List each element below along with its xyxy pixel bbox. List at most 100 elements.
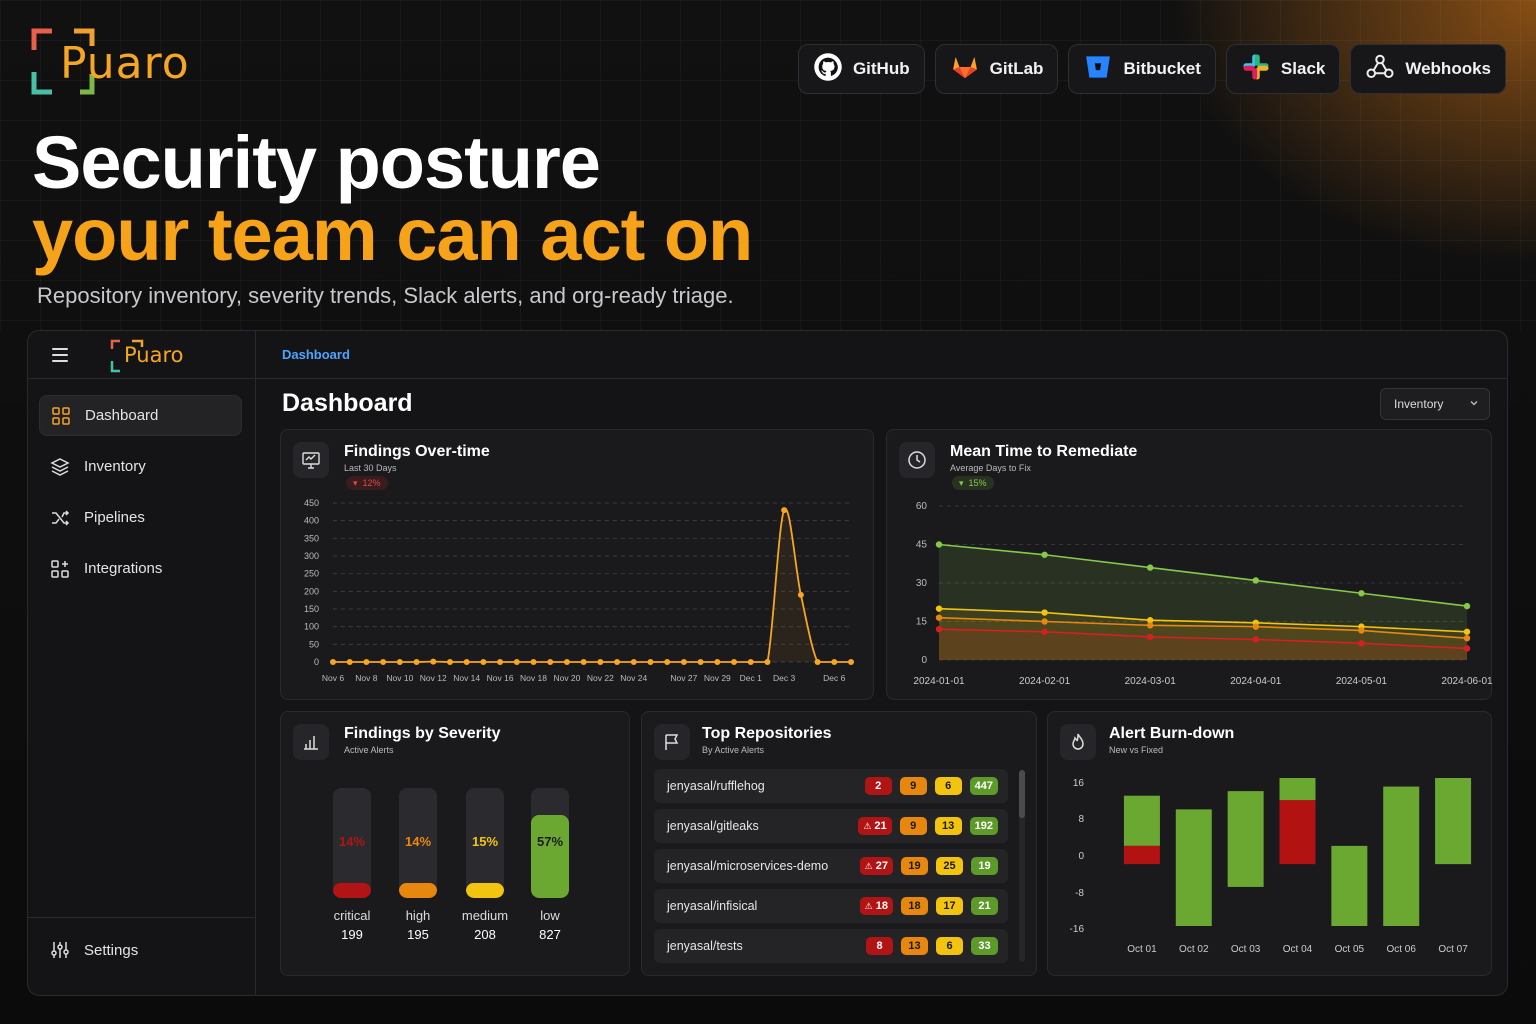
data-point (530, 659, 537, 665)
severity-title: Findings by Severity (344, 725, 501, 742)
repo-row[interactable]: jenyasal/gitleaks ⚠ 21 9 13 192 (654, 809, 1008, 843)
badge-critical: 8 (866, 937, 893, 955)
x-tick-label: Oct 01 (1127, 944, 1157, 955)
badge-medium: 17 (936, 897, 963, 915)
x-tick-label: Oct 06 (1386, 944, 1416, 955)
findings-over-time-chart: 0 50 100 150 200 250 300 350 400 450 Nov 6 Nov 8 Nov… (304, 498, 854, 683)
data-point (363, 659, 370, 665)
menu-icon[interactable] (52, 348, 68, 362)
data-point (463, 659, 470, 665)
settings-button[interactable]: Settings (50, 940, 138, 960)
badge-value: 13 (908, 940, 921, 952)
badge-value: 447 (974, 780, 993, 792)
repo-row[interactable]: jenyasal/infisical ⚠ 18 18 17 21 (654, 889, 1008, 923)
bitbucket-icon (1083, 52, 1113, 87)
badge-value: 17 (943, 900, 956, 912)
bitbucket-integration-button[interactable]: Bitbucket (1068, 44, 1216, 94)
y-tick-label: 450 (304, 498, 319, 508)
data-point (814, 659, 821, 665)
data-point (1463, 602, 1471, 610)
data-point (797, 591, 804, 598)
grid-icon (52, 406, 70, 425)
data-point (1463, 628, 1471, 635)
burndown-bar-fixed (1227, 791, 1264, 887)
badge-low: 19 (971, 857, 998, 875)
slack-integration-button[interactable]: Slack (1225, 44, 1341, 94)
bitbucket-label: Bitbucket (1123, 59, 1201, 78)
burndown-bar-fixed (1279, 778, 1316, 801)
repo-name: jenyasal/gitleaks (667, 819, 759, 833)
github-integration-button[interactable]: GitHub (797, 44, 925, 94)
repo-severity-badges: ⚠ 27 19 25 19 (859, 857, 998, 875)
sidebar-item-integrations[interactable]: Integrations (39, 548, 242, 589)
webhooks-integration-button[interactable]: Webhooks (1350, 44, 1506, 94)
flag-icon (654, 724, 690, 760)
x-tick-label: Dec 6 (823, 673, 845, 683)
badge-high: 9 (899, 777, 927, 795)
sidebar-item-inventory[interactable]: Inventory (39, 446, 242, 487)
logo-text: Puaro (60, 38, 190, 89)
burndown-bar-fixed (1435, 778, 1472, 865)
scrollbar-thumb[interactable] (1019, 770, 1025, 818)
repo-severity-badges: 2 9 6 447 (864, 777, 998, 795)
badge-low: 21 (971, 897, 998, 915)
sidebar-item-pipelines[interactable]: Pipelines (39, 497, 242, 538)
breadcrumb[interactable]: Dashboard (282, 347, 350, 362)
sidebar-header: Puaro (28, 331, 255, 379)
data-point (647, 659, 654, 665)
findings-by-severity-card: Findings by Severity Active Alerts 14% cr… (280, 711, 630, 976)
data-point (714, 659, 721, 665)
logo-bracket-icon: Puaro (30, 28, 189, 96)
badge-value: 18 (875, 900, 888, 912)
y-tick-label: 250 (304, 569, 319, 579)
data-point (747, 659, 754, 665)
data-point (547, 659, 554, 665)
burndown-bar-fixed (1175, 809, 1212, 926)
badge-value: 21 (978, 900, 991, 912)
x-tick-label: Nov 10 (386, 673, 413, 683)
main-content: Dashboard Dashboard Inventory Findings O… (256, 331, 1507, 995)
badge-high: 19 (901, 857, 928, 875)
gitlab-integration-button[interactable]: GitLab (934, 44, 1059, 94)
burndown-bar-new (1123, 845, 1160, 865)
severity-bar-fill (333, 883, 371, 898)
mttr-chart: 0 15 30 45 60 2024-01-01 2024-02-01 2024-03-01 2… (913, 501, 1493, 687)
hero-headline-line2: your team can act on (32, 193, 753, 276)
sidebar-item-label: Dashboard (85, 407, 159, 424)
badge-value: 27 (875, 860, 888, 872)
repo-row[interactable]: jenyasal/microservices-demo ⚠ 27 19 25 19 (654, 849, 1008, 883)
data-point (831, 659, 838, 665)
repo-list-scrollbar[interactable] (1019, 770, 1025, 962)
x-tick-label: 2024-03-01 (1125, 676, 1177, 687)
view-select-value: Inventory (1394, 397, 1444, 411)
badge-medium: 25 (936, 857, 963, 875)
data-point (346, 659, 353, 665)
severity-percent: 14% (404, 834, 432, 849)
sidebar: Puaro Dashboard Inventory Pipelines Inte… (28, 331, 256, 995)
badge-value: 33 (978, 940, 991, 952)
badge-critical: 2 (864, 777, 892, 795)
series-area (333, 508, 851, 662)
sidebar-nav: Dashboard Inventory Pipelines Integratio… (39, 395, 242, 599)
data-point (1358, 627, 1365, 634)
bar-chart-icon (293, 724, 329, 760)
warning-icon: ⚠ (864, 900, 873, 911)
burndown-bar-fixed (1331, 845, 1368, 926)
x-tick-label: Nov 29 (704, 673, 731, 683)
x-tick-label: 2024-04-01 (1230, 676, 1282, 687)
x-tick-label: Nov 6 (322, 673, 344, 683)
repo-row[interactable]: jenyasal/tests 8 13 6 33 (654, 929, 1008, 963)
data-point (935, 626, 943, 633)
y-tick-label: 100 (304, 622, 319, 632)
chevron-down-icon (1470, 401, 1478, 406)
data-point (1358, 590, 1365, 597)
x-tick-label: Nov 24 (620, 673, 647, 683)
repo-severity-badges: 8 13 6 33 (866, 937, 998, 955)
y-tick-label: 400 (304, 516, 319, 526)
data-point (1252, 636, 1259, 643)
view-select[interactable]: Inventory (1380, 388, 1490, 420)
sidebar-item-dashboard[interactable]: Dashboard (39, 395, 242, 436)
badge-medium: 13 (934, 817, 962, 835)
repo-row[interactable]: jenyasal/rufflehog 2 9 6 447 (654, 769, 1008, 803)
data-point (1358, 640, 1365, 647)
